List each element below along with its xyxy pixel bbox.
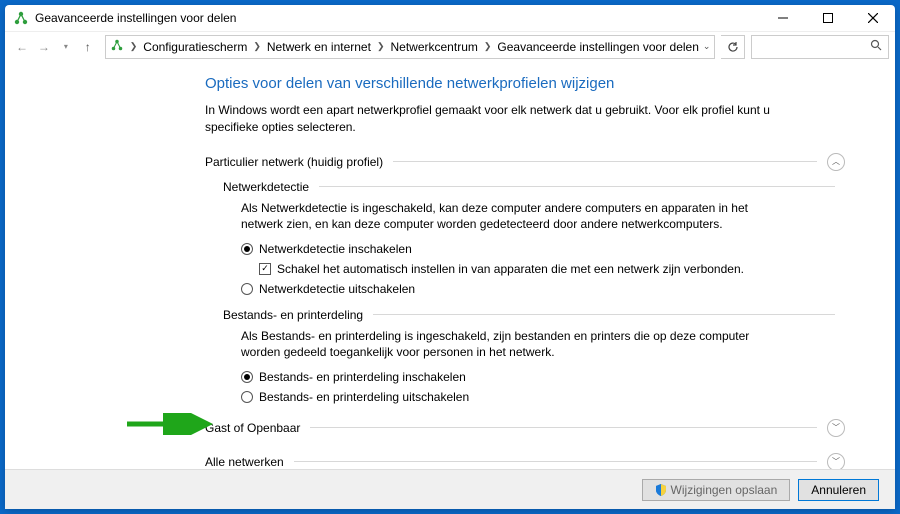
chevron-right-icon: ❯	[128, 41, 140, 52]
close-button[interactable]	[850, 5, 895, 31]
chevron-right-icon: ❯	[375, 41, 387, 52]
rule	[310, 427, 817, 428]
app-icon	[13, 10, 29, 26]
chevron-down-icon[interactable]: ﹀	[827, 419, 845, 437]
titlebar: Geavanceerde instellingen voor delen	[5, 5, 895, 31]
minimize-button[interactable]	[760, 5, 805, 31]
maximize-button[interactable]	[805, 5, 850, 31]
chevron-right-icon: ❯	[482, 41, 494, 52]
crumb-network-center[interactable]: Netwerkcentrum	[391, 40, 478, 54]
rule	[393, 161, 817, 162]
radio-fs-off[interactable]: Bestands- en printerdeling uitschakelen	[241, 389, 845, 406]
profile-private-header[interactable]: Particulier netwerk (huidig profiel) ︿	[205, 150, 845, 174]
profile-guest-header[interactable]: Gast of Openbaar ﹀	[205, 416, 845, 440]
rule	[294, 461, 817, 462]
network-discovery-desc: Als Netwerkdetectie is ingeschakeld, kan…	[241, 200, 771, 234]
radio-icon	[241, 371, 253, 383]
crumb-control-panel[interactable]: Configuratiescherm	[143, 40, 247, 54]
radio-icon	[241, 243, 253, 255]
app-icon-small	[110, 38, 124, 55]
rule	[373, 314, 835, 315]
refresh-button[interactable]	[721, 35, 745, 59]
cancel-button[interactable]: Annuleren	[798, 479, 879, 501]
file-sharing-header: Bestands- en printerdeling	[223, 308, 845, 322]
radio-nd-off[interactable]: Netwerkdetectie uitschakelen	[241, 281, 845, 298]
chevron-right-icon: ❯	[251, 41, 263, 52]
recent-locations[interactable]: ▾	[55, 35, 77, 59]
radio-fs-on[interactable]: Bestands- en printerdeling inschakelen	[241, 369, 845, 386]
up-button[interactable]: ↑	[77, 35, 99, 59]
radio-icon	[241, 283, 253, 295]
search-icon	[870, 39, 882, 54]
back-button[interactable]: ←	[11, 35, 33, 59]
address-bar[interactable]: ❯ Configuratiescherm ❯ Netwerk en intern…	[105, 35, 716, 59]
save-button[interactable]: Wijzigingen opslaan	[642, 479, 791, 501]
chevron-up-icon[interactable]: ︿	[827, 153, 845, 171]
network-discovery-header: Netwerkdetectie	[223, 180, 845, 194]
checkbox-icon: ✓	[259, 263, 271, 275]
footer: Wijzigingen opslaan Annuleren	[5, 469, 895, 509]
content-area: Opties voor delen van verschillende netw…	[5, 61, 895, 469]
crumb-network-internet[interactable]: Netwerk en internet	[267, 40, 371, 54]
intro-text: In Windows wordt een apart netwerkprofie…	[205, 102, 815, 136]
crumb-advanced-sharing[interactable]: Geavanceerde instellingen voor delen	[497, 40, 698, 54]
toolbar: ← → ▾ ↑ ❯ Configuratiescherm ❯ Netwerk e…	[5, 31, 895, 61]
shield-icon	[655, 484, 667, 496]
radio-nd-on[interactable]: Netwerkdetectie inschakelen	[241, 241, 845, 258]
chevron-down-icon[interactable]: ﹀	[827, 453, 845, 469]
checkbox-nd-auto[interactable]: ✓ Schakel het automatisch instellen in v…	[259, 261, 845, 278]
rule	[319, 186, 835, 187]
chevron-down-icon[interactable]: ⌄	[703, 41, 711, 52]
page-title: Opties voor delen van verschillende netw…	[205, 75, 845, 92]
search-input[interactable]	[751, 35, 889, 59]
window: Geavanceerde instellingen voor delen ← →…	[5, 5, 895, 509]
window-title: Geavanceerde instellingen voor delen	[35, 11, 236, 25]
file-sharing-desc: Als Bestands- en printerdeling is ingesc…	[241, 328, 771, 362]
radio-icon	[241, 391, 253, 403]
forward-button[interactable]: →	[33, 35, 55, 59]
profile-all-header[interactable]: Alle netwerken ﹀	[205, 450, 845, 469]
